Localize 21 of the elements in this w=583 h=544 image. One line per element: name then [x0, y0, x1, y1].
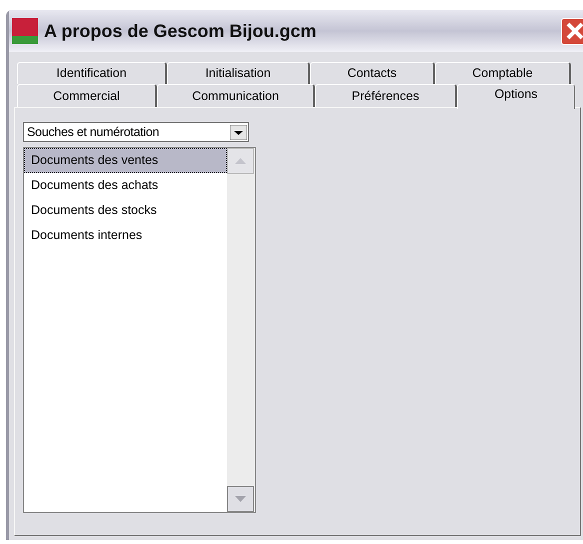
- dropdown[interactable]: Souches et numérotation: [23, 122, 249, 142]
- tab[interactable]: Communication: [157, 84, 315, 107]
- list-item[interactable]: Documents des ventes: [24, 148, 227, 173]
- tab[interactable]: Commercial: [17, 84, 157, 107]
- tab[interactable]: Contacts: [310, 62, 435, 84]
- scrollbar[interactable]: [227, 148, 255, 512]
- scroll-down-icon[interactable]: [227, 486, 254, 512]
- scroll-up-icon[interactable]: [227, 148, 254, 174]
- close-button[interactable]: [561, 18, 583, 44]
- tab[interactable]: Identification: [17, 62, 167, 84]
- tab[interactable]: Options: [457, 84, 575, 109]
- close-icon: [566, 22, 583, 40]
- list-item[interactable]: Documents des stocks: [24, 198, 227, 223]
- list-item[interactable]: Documents des achats: [24, 173, 227, 198]
- tab[interactable]: Comptable: [435, 62, 571, 84]
- tab[interactable]: Initialisation: [167, 62, 310, 84]
- dropdown-arrow-icon: [230, 124, 247, 140]
- window-title: A propos de Gescom Bijou.gcm: [44, 20, 318, 43]
- app-icon: [12, 18, 38, 44]
- tab[interactable]: Préférences: [315, 84, 457, 107]
- list-item[interactable]: Documents internes: [24, 223, 227, 248]
